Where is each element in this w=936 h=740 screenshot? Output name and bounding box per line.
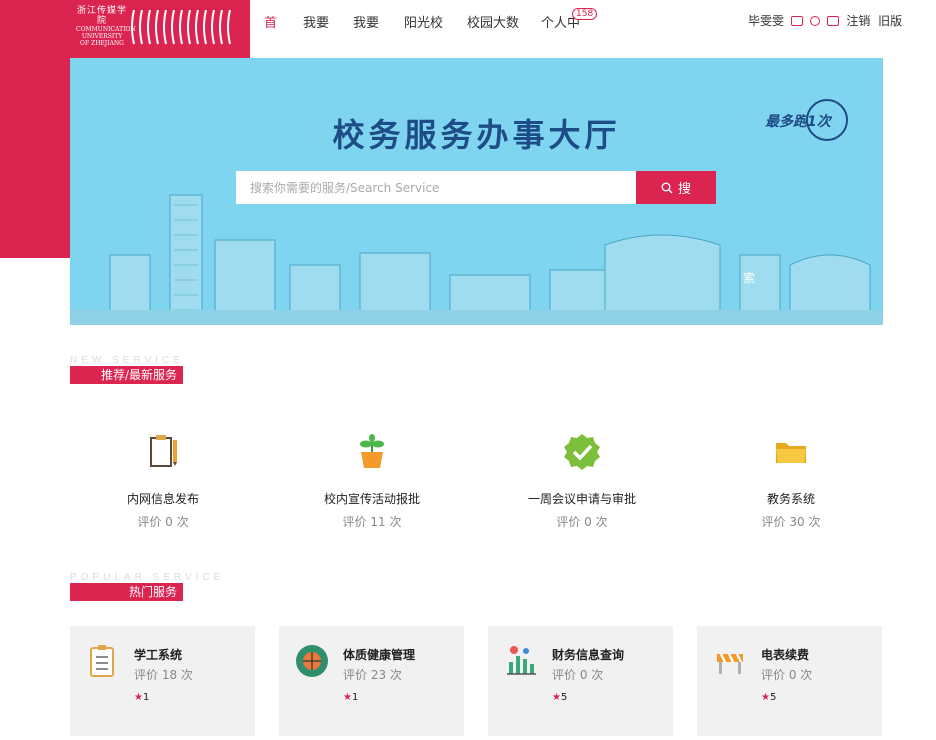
hero-banner: 校务服务办事大厅 最多跑1次 搜 索 [70, 58, 883, 325]
search-button[interactable]: 搜 [636, 171, 716, 204]
hero-title: 校务服务办事大厅 [332, 116, 621, 154]
logo-en-line: UNIVERSITY [81, 33, 123, 40]
clipboard-pencil-icon [150, 435, 177, 467]
campus-skyline-illustration [70, 194, 883, 325]
star-count: 1 [351, 692, 359, 703]
logo-text-zui-duo-pao: 最多跑1次 [765, 113, 833, 130]
popular-service-card[interactable]: 体质健康管理 评价 23 次 ★1 [279, 626, 464, 736]
logo-emblem-icon [131, 9, 231, 45]
green-check-badge-icon [564, 434, 600, 470]
star-icon: ★ [552, 692, 561, 703]
service-item[interactable]: 内网信息发布 评价 0 次 [63, 432, 263, 530]
star-count: 1 [142, 692, 150, 703]
card-name: 财务信息查询 [552, 648, 625, 662]
service-rating: 评价 0 次 [137, 515, 189, 529]
nav-item-sunshine[interactable]: 阳光校 [404, 12, 443, 31]
service-item[interactable]: 一周会议申请与审批 评价 0 次 [482, 432, 682, 530]
star-icon: ★ [761, 692, 770, 703]
star-count: 5 [560, 692, 568, 703]
potted-plant-icon [360, 434, 384, 468]
star-count: 5 [769, 692, 777, 703]
nav-item-campus-data[interactable]: 校园大数 [467, 12, 519, 31]
card-rating: 评价 23 次 [343, 668, 402, 682]
service-name: 一周会议申请与审批 [527, 492, 636, 506]
service-name: 内网信息发布 [126, 492, 199, 506]
service-rating: 评价 11 次 [342, 515, 402, 529]
logo-en-line: OF ZHEJIANG [80, 40, 124, 47]
left-red-panel [0, 0, 70, 258]
search-button-overflow-char: 索 [743, 271, 756, 285]
university-logo[interactable]: 浙江传媒学院 COMMUNICATION UNIVERSITY OF ZHEJI… [70, 0, 250, 58]
card-stars: ★5 [761, 692, 776, 703]
star-icon: ★ [134, 692, 143, 703]
popular-service-en-label: POPULAR SERVICE [70, 572, 225, 583]
logout-link[interactable]: 注销 [846, 14, 870, 28]
search-button-label: 搜 [677, 182, 691, 197]
settings-icon[interactable] [809, 15, 820, 26]
card-rating: 评价 0 次 [552, 668, 604, 682]
card-stars: ★5 [552, 692, 567, 703]
sports-ball-icon [296, 645, 328, 677]
service-name: 校内宣传活动报批 [323, 492, 420, 506]
star-icon: ★ [343, 692, 352, 703]
popular-service-card[interactable]: 电表续费 评价 0 次 ★5 [697, 626, 882, 736]
mail-icon[interactable] [790, 15, 803, 26]
card-name: 学工系统 [134, 648, 183, 662]
popular-service-heading: 热门服务 [70, 583, 183, 601]
card-rating: 评价 0 次 [761, 668, 813, 682]
card-name: 体质健康管理 [343, 648, 416, 662]
popular-service-card[interactable]: 财务信息查询 评价 0 次 ★5 [488, 626, 673, 736]
search-icon [661, 182, 673, 193]
new-service-en-label: NEW SERVICE [70, 355, 184, 366]
nav-item-request[interactable]: 我要 [353, 12, 379, 31]
service-rating: 评价 0 次 [556, 515, 608, 529]
message-icon[interactable] [826, 15, 839, 26]
notification-badge: 158 [572, 8, 598, 20]
bar-chart-icon [507, 646, 536, 675]
logo-text: 浙江传媒学院 COMMUNICATION UNIVERSITY OF ZHEJI… [76, 6, 136, 47]
nav-item-apply[interactable]: 我要 [303, 12, 329, 31]
service-item[interactable]: 教务系统 评价 30 次 [691, 432, 891, 530]
user-name[interactable]: 毕雯雯 [748, 14, 784, 28]
nav-home[interactable]: 首 [264, 12, 277, 31]
service-name: 教务系统 [766, 492, 815, 506]
new-service-heading: 推荐/最新服务 [70, 366, 183, 384]
card-name: 电表续费 [761, 648, 810, 662]
checklist-icon [90, 645, 114, 677]
card-stars: ★1 [134, 692, 149, 703]
popular-service-card[interactable]: 学工系统 评价 18 次 ★1 [70, 626, 255, 736]
zui-duo-pao-yi-ci-logo: 最多跑1次 [765, 99, 848, 141]
service-item[interactable]: 校内宣传活动报批 评价 11 次 [272, 432, 472, 530]
logo-en-line: COMMUNICATION [76, 26, 136, 33]
old-version-link[interactable]: 旧版 [878, 14, 902, 28]
service-rating: 评价 30 次 [761, 515, 821, 529]
user-area: 毕雯雯 注销 旧版 [748, 12, 902, 29]
folder-icon [776, 443, 806, 463]
barrier-icon [717, 653, 743, 674]
card-stars: ★1 [343, 692, 358, 703]
card-rating: 评价 18 次 [134, 668, 193, 682]
search-input[interactable] [236, 171, 636, 204]
logo-cn: 浙江传媒学院 [76, 6, 127, 26]
